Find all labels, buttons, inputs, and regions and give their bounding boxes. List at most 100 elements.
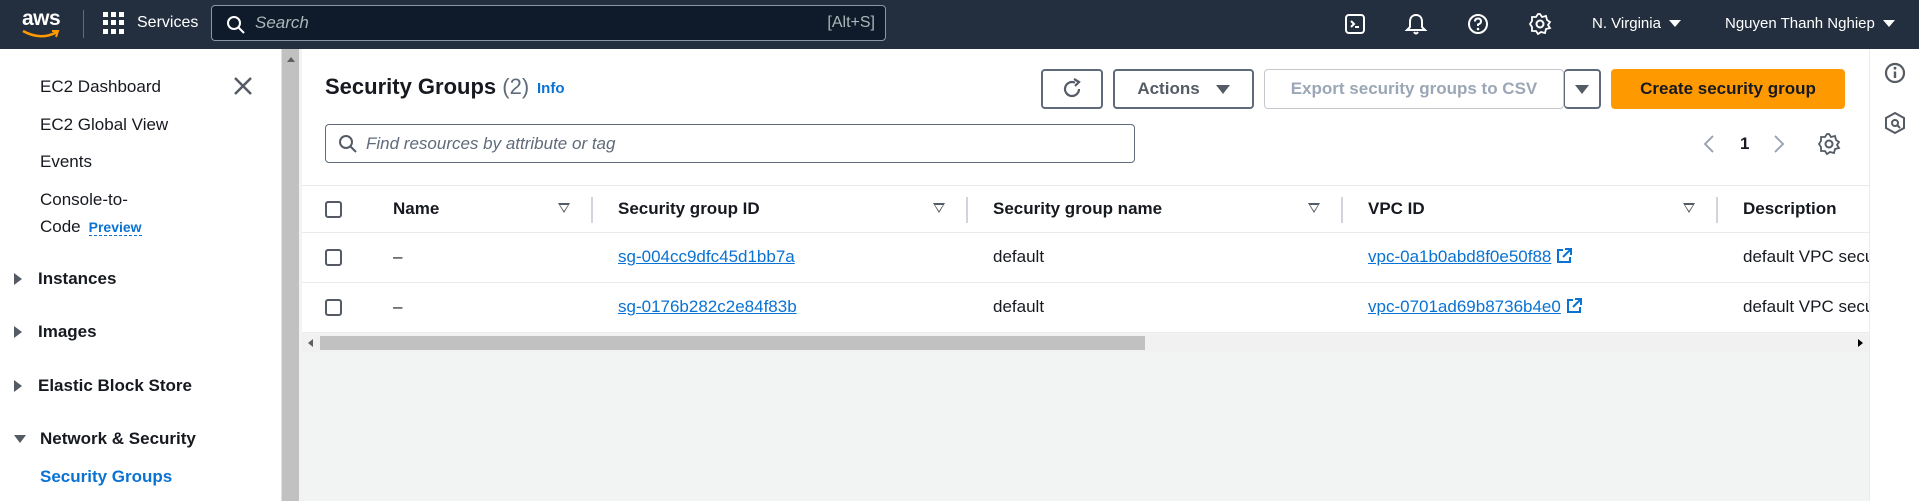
cell-security-group-id[interactable]: sg-004cc9dfc45d1bb7a — [618, 247, 795, 267]
column-header-vpc-id[interactable]: VPC ID — [1368, 199, 1425, 219]
column-header-description[interactable]: Description — [1743, 199, 1837, 219]
export-csv-button[interactable]: Export security groups to CSV — [1264, 69, 1564, 109]
cell-vpc-id[interactable]: vpc-0a1b0abd8f0e50f88 — [1368, 247, 1573, 267]
column-divider[interactable] — [1716, 197, 1718, 223]
sort-icon[interactable] — [1308, 203, 1320, 213]
sidebar-item-label: Code — [40, 217, 81, 236]
scroll-up-icon[interactable] — [287, 57, 295, 62]
sidebar-section-instances[interactable]: Instances — [14, 269, 116, 289]
help-panel-icon[interactable] — [1883, 111, 1907, 135]
column-header-name[interactable]: Name — [393, 199, 439, 219]
global-search[interactable]: [Alt+S] — [211, 5, 886, 41]
cloudshell-icon[interactable] — [1343, 12, 1367, 36]
column-divider[interactable] — [591, 197, 593, 223]
settings-icon[interactable] — [1528, 12, 1552, 36]
caret-down-icon — [1215, 84, 1230, 94]
table-header: Name Security group ID Security group na… — [302, 185, 1869, 233]
cell-security-group-id[interactable]: sg-0176b282c2e84f83b — [618, 297, 797, 317]
sidebar-scrollbar[interactable] — [281, 49, 299, 501]
services-menu[interactable]: Services — [103, 12, 198, 34]
services-label: Services — [137, 14, 199, 31]
sort-icon[interactable] — [558, 203, 570, 213]
column-header-security-group-id[interactable]: Security group ID — [618, 199, 760, 219]
sidebar-section-label: Images — [38, 322, 97, 341]
row-checkbox[interactable] — [325, 299, 342, 316]
cell-description: default VPC secu — [1743, 297, 1869, 316]
side-navigation: EC2 Dashboard EC2 Global View Events Con… — [0, 49, 281, 501]
resource-filter[interactable] — [325, 124, 1135, 163]
export-label: Export security groups to CSV — [1290, 79, 1538, 98]
sidebar-section-images[interactable]: Images — [14, 322, 97, 342]
column-divider[interactable] — [966, 197, 968, 223]
table-row[interactable]: – sg-004cc9dfc45d1bb7a default vpc-0a1b0… — [302, 233, 1869, 283]
column-divider[interactable] — [1341, 197, 1343, 223]
caret-right-icon — [14, 380, 22, 392]
cell-description: default VPC secu — [1743, 247, 1869, 266]
actions-button[interactable]: Actions — [1113, 69, 1254, 109]
sidebar-item-security-groups[interactable]: Security Groups — [40, 467, 172, 487]
search-icon — [339, 135, 357, 153]
chevron-down-icon — [1882, 20, 1895, 27]
close-icon[interactable] — [232, 75, 254, 97]
sidebar-section-elastic-block-store[interactable]: Elastic Block Store — [14, 376, 192, 396]
chevron-right-icon[interactable] — [1772, 134, 1786, 154]
info-link[interactable]: Info — [537, 80, 565, 97]
scroll-left-icon[interactable] — [308, 339, 313, 347]
table-horizontal-scrollbar[interactable] — [302, 334, 1869, 352]
cell-vpc-id[interactable]: vpc-0701ad69b8736b4e0 — [1368, 297, 1583, 317]
caret-right-icon — [14, 273, 22, 285]
preview-badge[interactable]: Preview — [88, 219, 142, 236]
chevron-left-icon[interactable] — [1702, 134, 1716, 154]
external-link-icon — [1557, 248, 1573, 263]
scroll-right-icon[interactable] — [1858, 339, 1863, 347]
services-grid-icon — [103, 12, 125, 34]
export-dropdown-button[interactable] — [1564, 69, 1601, 109]
external-link-icon — [1566, 298, 1582, 313]
gear-icon[interactable] — [1817, 132, 1841, 156]
search-icon — [227, 16, 245, 34]
scrollbar-thumb[interactable] — [320, 336, 1145, 350]
chevron-down-icon — [1668, 20, 1681, 27]
info-icon[interactable] — [1883, 61, 1907, 85]
refresh-button[interactable] — [1041, 69, 1103, 109]
sidebar-item-ec2-dashboard[interactable]: EC2 Dashboard — [40, 77, 161, 97]
vpc-id-link[interactable]: vpc-0701ad69b8736b4e0 — [1368, 297, 1561, 316]
help-icon[interactable] — [1466, 12, 1490, 36]
page-title-text: Security Groups — [325, 74, 497, 99]
select-all-checkbox[interactable] — [325, 201, 342, 218]
cell-name: – — [393, 297, 403, 316]
cell-security-group-name: default — [993, 247, 1045, 266]
sidebar-item-console-to-code-line2[interactable]: Code Preview — [40, 217, 142, 237]
refresh-icon — [1063, 78, 1081, 98]
notifications-icon[interactable] — [1404, 12, 1428, 36]
filter-input[interactable] — [366, 133, 1066, 155]
sidebar-item-events[interactable]: Events — [40, 152, 92, 172]
search-input[interactable] — [255, 12, 755, 34]
vpc-id-link[interactable]: vpc-0a1b0abd8f0e50f88 — [1368, 247, 1551, 266]
region-label: N. Virginia — [1592, 15, 1661, 32]
column-header-security-group-name[interactable]: Security group name — [993, 199, 1162, 219]
region-selector[interactable]: N. Virginia — [1592, 15, 1681, 32]
row-checkbox[interactable] — [325, 249, 342, 266]
aws-logo-text: aws — [22, 7, 61, 30]
aws-logo[interactable]: aws — [21, 7, 65, 41]
nav-divider — [83, 10, 84, 38]
create-security-group-button[interactable]: Create security group — [1611, 69, 1845, 109]
caret-down-icon — [1575, 84, 1589, 94]
sort-icon[interactable] — [933, 203, 945, 213]
item-count: (2) — [502, 74, 530, 99]
sidebar-item-console-to-code[interactable]: Console-to- — [40, 190, 128, 210]
aws-smile-icon — [22, 29, 60, 38]
sidebar-item-ec2-global-view[interactable]: EC2 Global View — [40, 115, 168, 135]
search-shortcut: [Alt+S] — [827, 14, 875, 31]
top-navigation: aws Services [Alt+S] — [0, 0, 1919, 49]
sidebar-section-network-security[interactable]: Network & Security — [14, 429, 196, 449]
caret-right-icon — [14, 326, 22, 338]
sort-icon[interactable] — [1683, 203, 1695, 213]
table-row[interactable]: – sg-0176b282c2e84f83b default vpc-0701a… — [302, 283, 1869, 333]
page-number[interactable]: 1 — [1740, 134, 1749, 154]
sidebar-section-label: Elastic Block Store — [38, 376, 193, 395]
cell-security-group-name: default — [993, 297, 1045, 316]
user-menu[interactable]: Nguyen Thanh Nghiep — [1725, 15, 1895, 32]
sidebar-section-label: Instances — [38, 269, 117, 288]
